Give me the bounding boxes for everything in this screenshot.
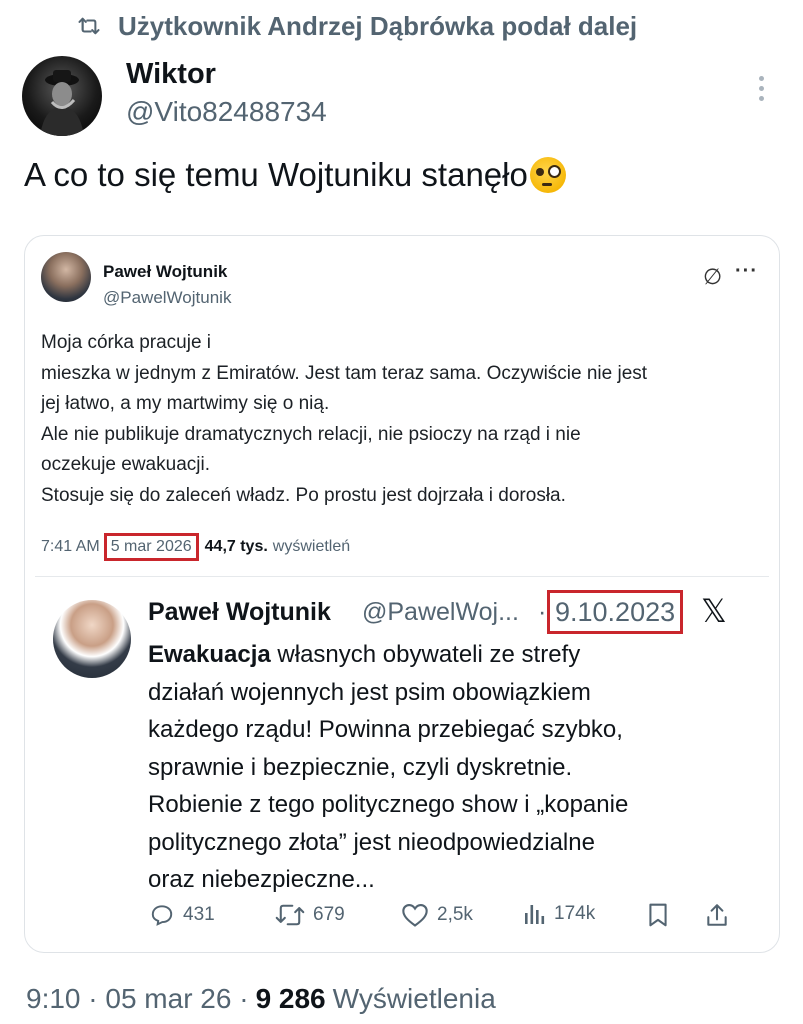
text-line: sprawnie i bezpiecznie, czyli dyskretnie… [148, 753, 573, 781]
views-action: 174k [522, 902, 595, 926]
quoted-2-text: Ewakuacja własnych obywateli ze strefy d… [148, 636, 768, 899]
quoted-2-date-highlight: 9.10.2023 [547, 590, 684, 634]
quoted-2-separator: · [538, 598, 547, 626]
divider [35, 576, 769, 577]
reply-count: 431 [183, 904, 215, 925]
reply-icon [151, 905, 173, 926]
more-horizontal-icon: ··· [735, 260, 758, 282]
tweet-timestamp[interactable]: 9:10 · 05 mar 26 · [26, 983, 249, 1015]
repost-label: Użytkownik Andrzej Dąbrówka podał dalej [118, 10, 638, 41]
quoted-tweet-2: Paweł Wojtunik @PawelWoj... · 9.10.2023 … [25, 586, 779, 952]
author-handle[interactable]: @Vito82488734 [126, 96, 327, 128]
text-line: politycznego złota” jest nieodpowiedzial… [148, 828, 595, 856]
reply-action: 431 [149, 902, 215, 928]
more-options-icon[interactable] [754, 76, 768, 106]
tweet-text: A co to się temu Wojtuniku stanęło [24, 156, 566, 194]
grok-icon: ∅ [703, 264, 723, 289]
bookmark-action [647, 902, 669, 928]
quoted-1-handle: @PawelWojtunik [103, 288, 232, 307]
author-avatar[interactable] [22, 56, 102, 136]
text-line: Robienie z tego politycznego show i „kop… [148, 791, 629, 818]
author-name[interactable]: Wiktor [126, 58, 216, 91]
text-line: Ewakuacja własnych obywateli ze strefy [148, 636, 768, 674]
monocle-face-emoji-icon [529, 157, 566, 193]
repost-icon [78, 17, 100, 35]
repost-header[interactable]: Użytkownik Andrzej Dąbrówka podał dalej [78, 10, 637, 42]
quoted-2-avatar [53, 600, 131, 678]
tweet-body: A co to się temu Wojtuniku stanęło [24, 156, 528, 193]
tweet-views-count: 9 286 [255, 983, 326, 1014]
text-line: Moja córka pracuje i [41, 332, 212, 353]
text-line: jej łatwo, a my martwimy się o nią. [41, 393, 330, 414]
text-line: działań wojennych jest psim obowiązkiem [148, 678, 591, 706]
quoted-1-views-label: wyświetleń [272, 538, 351, 555]
quoted-1-views-count: 44,7 tys. [204, 538, 268, 555]
text-line: Stosuje się do zaleceń władz. Po prostu … [41, 484, 566, 506]
heart-icon [402, 904, 428, 927]
bookmark-icon [649, 903, 667, 927]
share-icon [707, 904, 727, 926]
views-count: 174k [554, 903, 596, 924]
share-action [705, 902, 729, 928]
tweet-footer: 9:10 · 05 mar 26 · 9 286 Wyświetlenia [26, 983, 496, 1015]
quoted-2-name: Paweł Wojtunik [148, 598, 331, 626]
tweet-views-label: Wyświetlenia [332, 983, 496, 1014]
text-line: oraz niebezpieczne... [148, 866, 375, 893]
x-logo-icon: 𝕏 [701, 592, 727, 630]
quoted-1-text: Moja córka pracuje i mieszka w jednym z … [41, 328, 761, 511]
quoted-1-time: 7:41 AM [41, 538, 100, 555]
avatar-image [40, 70, 84, 136]
quoted-1-name: Paweł Wojtunik [103, 262, 228, 281]
repost-action: 679 [275, 902, 345, 928]
text-line: każdego rządu! Powinna przebiegać szybko… [148, 716, 623, 743]
quoted-1-meta: 7:41 AM 5 mar 2026 44,7 tys. wyświetleń [41, 533, 350, 561]
attached-screenshot[interactable]: Paweł Wojtunik @PawelWojtunik ∅ ··· Moja… [24, 235, 780, 953]
text-line: Ale nie publikuje dramatycznych relacji,… [41, 423, 581, 445]
like-count: 2,5k [437, 904, 473, 925]
text-bold: Ewakuacja [148, 641, 271, 668]
quoted-1-date-highlight: 5 mar 2026 [103, 533, 199, 561]
repost-icon [275, 904, 305, 926]
text-line: mieszka w jednym z Emiratów. Jest tam te… [41, 362, 648, 384]
text-rest: własnych obywateli ze strefy [270, 641, 581, 668]
repost-count: 679 [313, 904, 345, 925]
quoted-1-avatar [41, 252, 91, 302]
quoted-2-handle: @PawelWoj... [362, 598, 519, 626]
text-line: oczekuje ewakuacji. [41, 454, 210, 475]
quoted-2-actions: 431 679 2,5k 174k [25, 898, 779, 938]
views-chart-icon [525, 905, 545, 924]
like-action: 2,5k [401, 902, 473, 928]
